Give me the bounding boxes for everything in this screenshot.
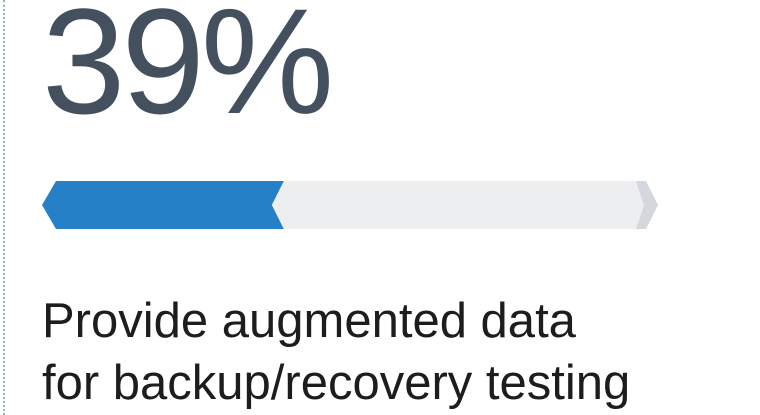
progress-fill	[42, 181, 284, 229]
dotted-divider	[3, 0, 5, 415]
stat-percentage: 39%	[42, 0, 334, 145]
caption-line-1: Provide augmented data	[42, 294, 576, 348]
progress-bar	[42, 181, 662, 229]
caption-line-2: for backup/recovery testing	[42, 356, 631, 410]
stat-caption: Provide augmented data for backup/recove…	[42, 290, 630, 414]
